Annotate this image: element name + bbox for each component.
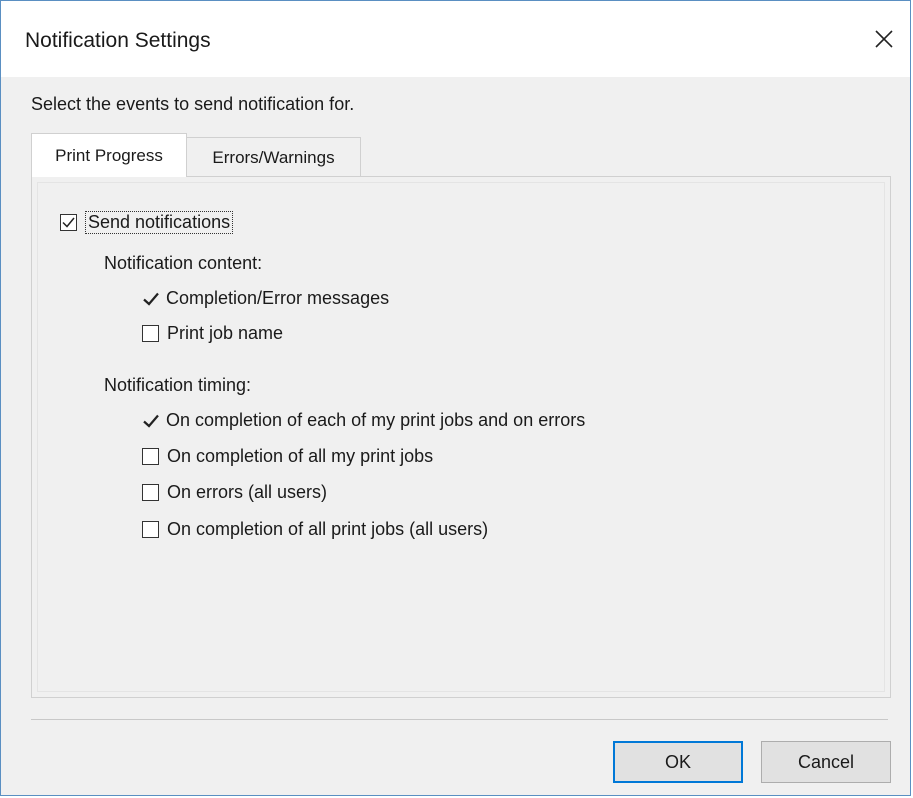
checkmark-icon [142,290,160,308]
content-item-completion-error: Completion/Error messages [142,288,389,309]
title-bar: Notification Settings [1,1,910,77]
send-notifications-box[interactable] [60,214,77,231]
timing-item-all-jobs-all-users[interactable]: On completion of all print jobs (all use… [142,519,488,540]
tab-print-progress[interactable]: Print Progress [31,133,187,177]
all-my-jobs-checkbox[interactable] [142,448,159,465]
instruction-text: Select the events to send notification f… [31,94,355,114]
tab-panel-print-progress: Send notifications Notification content:… [31,176,891,698]
timing-item-label: On completion of all print jobs (all use… [167,519,489,539]
all-jobs-all-users-checkbox[interactable] [142,521,159,538]
content-item-label: Completion/Error messages [166,288,390,308]
dialog-body: Select the events to send notification f… [1,77,910,795]
checkmark-icon [62,217,75,228]
notification-content-heading: Notification content: [104,253,263,273]
content-item-label: Print job name [167,323,284,343]
ok-button[interactable]: OK [613,741,743,783]
timing-item-each-job-and-errors: On completion of each of my print jobs a… [142,410,585,431]
print-job-name-checkbox[interactable] [142,325,159,342]
errors-all-users-checkbox[interactable] [142,484,159,501]
timing-item-all-my-jobs[interactable]: On completion of all my print jobs [142,446,433,467]
cancel-button[interactable]: Cancel [761,741,891,783]
timing-item-label: On completion of each of my print jobs a… [166,410,586,430]
timing-item-errors-all-users[interactable]: On errors (all users) [142,482,327,503]
notification-timing-heading: Notification timing: [104,375,252,395]
close-button[interactable] [864,19,904,59]
dialog-title: Notification Settings [25,29,211,52]
timing-item-label: On completion of all my print jobs [167,446,434,466]
timing-item-label: On errors (all users) [167,482,328,502]
checkmark-icon [142,412,160,430]
tab-errors-warnings[interactable]: Errors/Warnings [187,137,361,177]
send-notifications-checkbox[interactable]: Send notifications [60,211,234,234]
content-item-print-job-name[interactable]: Print job name [142,323,283,344]
notification-settings-dialog: Notification Settings Select the events … [0,0,911,796]
button-separator [31,719,888,720]
close-icon [875,30,893,48]
send-notifications-label: Send notifications [85,211,234,234]
